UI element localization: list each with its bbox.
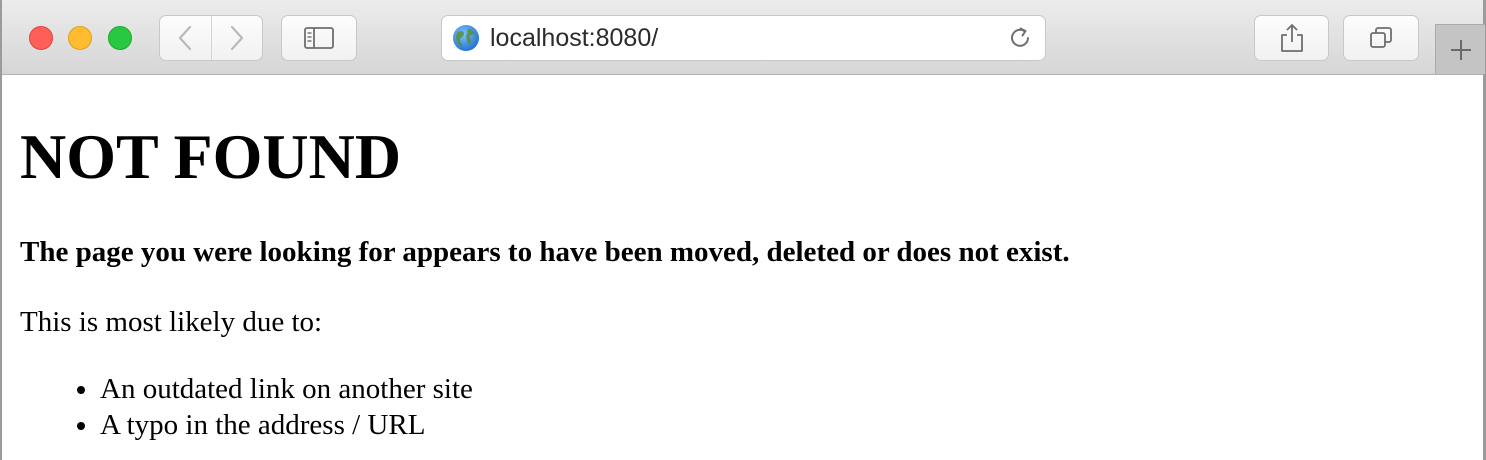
reasons-intro: This is most likely due to:: [20, 306, 323, 338]
tabs-overview-icon: [1370, 27, 1392, 48]
page-title: NOT FOUND: [20, 121, 402, 192]
browser-toolbar: localhost:8080/: [2, 0, 1485, 75]
tabs-overview-button[interactable]: [1343, 15, 1419, 61]
reasons-list: An outdated link on another site A typo …: [20, 371, 473, 443]
list-item: A typo in the address / URL: [100, 407, 473, 443]
plus-icon: [1450, 39, 1471, 60]
minimize-window-button[interactable]: [68, 26, 92, 50]
error-subtitle: The page you were looking for appears to…: [20, 236, 1070, 268]
list-item: An outdated link on another site: [100, 371, 473, 407]
back-forward-group: [159, 15, 263, 61]
chevron-left-icon: [179, 25, 192, 51]
share-icon: [1280, 24, 1303, 52]
reload-icon[interactable]: [1007, 25, 1033, 51]
forward-button[interactable]: [210, 16, 263, 60]
sidebar-icon: [304, 27, 334, 49]
sidebar-button[interactable]: [281, 15, 357, 61]
browser-window: localhost:8080/ NOT FOUND The page you w…: [0, 0, 1486, 460]
globe-icon: [453, 25, 479, 51]
address-bar[interactable]: localhost:8080/: [441, 15, 1046, 61]
share-button[interactable]: [1254, 15, 1329, 61]
maximize-window-button[interactable]: [108, 26, 132, 50]
new-tab-button[interactable]: [1435, 24, 1485, 74]
close-window-button[interactable]: [29, 26, 53, 50]
back-button[interactable]: [160, 16, 211, 60]
url-text[interactable]: localhost:8080/: [490, 16, 658, 60]
chevron-right-icon: [230, 25, 243, 51]
